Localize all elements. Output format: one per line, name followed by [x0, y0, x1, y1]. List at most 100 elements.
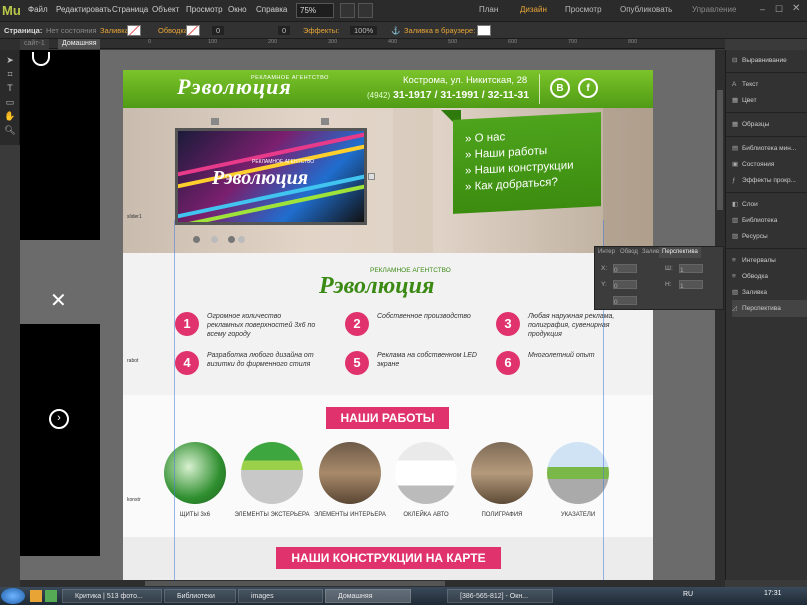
- x-input[interactable]: 0: [613, 264, 637, 274]
- horizontal-scroll-thumb[interactable]: [145, 581, 445, 586]
- crop-tool-icon[interactable]: ⌗: [3, 68, 17, 80]
- billboard-image[interactable]: РЕКЛАМНОЕ АГЕНТСТВО Рэволюция: [175, 128, 367, 225]
- anchor-icon[interactable]: ⚓: [391, 26, 400, 35]
- mode-publish[interactable]: Опубликовать: [620, 5, 672, 14]
- mode-design[interactable]: Дизайн: [520, 5, 547, 14]
- x-value: 0: [614, 267, 618, 274]
- horizontal-scrollbar[interactable]: [20, 580, 725, 587]
- tab-home[interactable]: Домашняя: [58, 39, 101, 49]
- menu-view[interactable]: Просмотр: [186, 5, 223, 14]
- facebook-icon[interactable]: f: [578, 78, 598, 98]
- works-heading[interactable]: НАШИ РАБОТЫ: [326, 407, 449, 429]
- panel-assets[interactable]: ▨ Ресурсы: [732, 228, 807, 245]
- panel-library[interactable]: ▥ Библиотека: [732, 212, 807, 229]
- work-image-signs[interactable]: [547, 442, 609, 504]
- fill-swatch[interactable]: [127, 25, 141, 36]
- resize-handle[interactable]: [368, 173, 375, 180]
- panel-scroll-effects[interactable]: ƒ Эффекты прокр...: [732, 172, 807, 189]
- stroke-width-input[interactable]: 0: [212, 26, 225, 35]
- site-page[interactable]: Рэволюция РЕКЛАМНОЕ АГЕНТСТВО Кострома, …: [123, 70, 653, 580]
- panel-divider: [726, 136, 807, 137]
- tab-interval[interactable]: Интер: [595, 247, 618, 258]
- slider-dot[interactable]: [228, 236, 235, 243]
- close-icon[interactable]: ✕: [792, 3, 800, 14]
- design-canvas[interactable]: ✕ › Рэволюция РЕКЛАМНОЕ АГЕНТСТВО Костро…: [20, 50, 725, 580]
- taskbar-libraries[interactable]: Библиотеки: [164, 589, 236, 603]
- panel-states[interactable]: ▣ Состояния: [732, 156, 807, 173]
- panel-swatches[interactable]: ▦ Образцы: [732, 116, 807, 133]
- panel-widgets[interactable]: ▤ Библиотека мин...: [732, 140, 807, 157]
- tab-site[interactable]: сайт-1: [20, 39, 49, 49]
- corner-radius-input[interactable]: 0: [278, 26, 291, 35]
- taskbar-browser[interactable]: Критика | 513 фото...: [62, 589, 162, 603]
- state-label[interactable]: Нет состояния: [46, 26, 97, 35]
- panel-stroke[interactable]: ≡ Обводка: [732, 268, 807, 285]
- selection-tool-icon[interactable]: ➤: [3, 54, 17, 66]
- taskbar-remote[interactable]: [386-565-812] - Окн...: [447, 589, 553, 603]
- panel-perspective[interactable]: ◿ Перспектива: [732, 300, 807, 317]
- h-value: 1: [680, 283, 684, 290]
- menu-help[interactable]: Справка: [256, 5, 287, 14]
- panel-label: Библиотека мин...: [742, 145, 797, 152]
- work-image-interior[interactable]: [319, 442, 381, 504]
- panel-color[interactable]: ▦ Цвет: [732, 92, 807, 109]
- panel-text[interactable]: A Текст: [732, 76, 807, 93]
- browser-fill-swatch[interactable]: [477, 25, 491, 36]
- h-input[interactable]: 1: [679, 280, 703, 290]
- y-input[interactable]: 0: [613, 280, 637, 290]
- feature-item: 4 Разработка любого дизайна от визитки до…: [175, 351, 335, 381]
- menu-object[interactable]: Объект: [152, 5, 179, 14]
- feature-number: 1: [175, 312, 199, 336]
- map-heading[interactable]: НАШИ КОНСТРУКЦИИ НА КАРТЕ: [276, 547, 501, 569]
- menu-window[interactable]: Окно: [228, 5, 247, 14]
- next-arrow-icon[interactable]: ›: [49, 409, 69, 429]
- opacity-input[interactable]: 100%: [350, 26, 378, 35]
- menu-edit[interactable]: Редактировать: [56, 5, 111, 14]
- slider-dot[interactable]: [193, 236, 200, 243]
- zoom-tool-icon[interactable]: 🔍︎: [3, 124, 17, 136]
- panel-align[interactable]: ⊟ Выравнивание: [732, 52, 807, 69]
- hero-slider[interactable]: РЕКЛАМНОЕ АГЕНТСТВО Рэволюция slider1 » …: [123, 108, 653, 253]
- slider-dot[interactable]: [211, 236, 218, 243]
- taskbar-muse[interactable]: Домашняя: [325, 589, 411, 603]
- mode-plan[interactable]: План: [479, 5, 498, 14]
- work-image-exterior[interactable]: [241, 442, 303, 504]
- vk-icon[interactable]: В: [550, 78, 570, 98]
- taskbar-images[interactable]: images: [238, 589, 323, 603]
- color-icon: ▦: [732, 97, 739, 104]
- panel-label: Ресурсы: [742, 233, 768, 240]
- language-indicator[interactable]: RU: [683, 591, 693, 598]
- explorer-icon[interactable]: [30, 590, 42, 602]
- panel-layers[interactable]: ◧ Слои: [732, 196, 807, 213]
- tab-perspective[interactable]: Перспектива: [659, 247, 701, 258]
- app-icon[interactable]: [45, 590, 57, 602]
- mode-manage[interactable]: Управление: [692, 5, 736, 14]
- view-mode-button[interactable]: [358, 3, 373, 18]
- start-button[interactable]: [1, 588, 25, 604]
- hand-tool-icon[interactable]: ✋: [3, 110, 17, 122]
- rotation-input[interactable]: 0: [613, 296, 637, 306]
- feature-item: 2 Собственное производство: [345, 312, 505, 342]
- features-section: РЕКЛАМНОЕ АГЕНТСТВО Рэволюция rabot 1 Огр…: [123, 253, 653, 395]
- text-tool-icon[interactable]: T: [3, 82, 17, 94]
- panel-label: Цвет: [742, 97, 757, 104]
- slider-dot[interactable]: [238, 236, 245, 243]
- menu-bar: Mu Файл Редактировать Страница Объект Пр…: [0, 0, 807, 22]
- zoom-select[interactable]: 75%: [296, 3, 334, 18]
- minimize-icon[interactable]: –: [760, 4, 765, 14]
- vertical-scroll-thumb[interactable]: [717, 90, 723, 210]
- w-input[interactable]: 1: [679, 264, 703, 274]
- work-image-car-wrap[interactable]: [395, 442, 457, 504]
- panel-spacing[interactable]: ≡ Интервалы: [732, 252, 807, 269]
- tab-stroke[interactable]: Обвод: [617, 247, 641, 258]
- work-image-printing[interactable]: [471, 442, 533, 504]
- maximize-icon[interactable]: ☐: [775, 4, 783, 15]
- view-options-button[interactable]: [340, 3, 355, 18]
- stroke-swatch[interactable]: [186, 25, 200, 36]
- panel-fill[interactable]: ▧ Заливка: [732, 284, 807, 301]
- menu-page[interactable]: Страница: [112, 5, 148, 14]
- mode-preview[interactable]: Просмотр: [565, 5, 602, 14]
- taskbar-clock[interactable]: 17:31: [764, 590, 782, 597]
- menu-file[interactable]: Файл: [28, 5, 48, 14]
- rectangle-tool-icon[interactable]: ▭: [3, 96, 17, 108]
